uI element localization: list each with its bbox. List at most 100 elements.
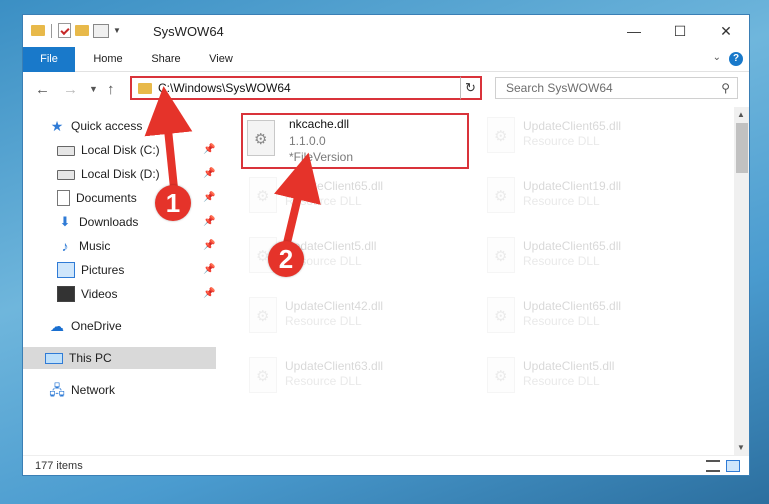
sidebar-item-label: OneDrive (71, 319, 122, 333)
back-arrow-icon[interactable]: ← (35, 81, 50, 98)
help-button[interactable]: ? (729, 52, 743, 66)
file-description: *FileVersion (289, 150, 354, 164)
file-name: UpdateClient65.dll (285, 179, 384, 193)
search-box[interactable]: ⚲ (495, 77, 738, 99)
tab-view[interactable]: View (199, 47, 243, 71)
scrollbar-thumb[interactable] (736, 123, 748, 173)
sidebar-item-label: Local Disk (D:) (81, 167, 160, 181)
file-name: UpdateClient65.dll (523, 119, 622, 133)
step-2-badge: 2 (268, 241, 304, 277)
tab-share[interactable]: Share (143, 47, 189, 71)
up-arrow-icon[interactable]: ↑ (107, 81, 115, 98)
properties-icon[interactable] (58, 23, 71, 38)
dll-file-icon (487, 357, 515, 393)
search-input[interactable] (504, 80, 722, 96)
explorer-window: ▼ SysWOW64 — ☐ ✕ File Home Share View ⌄ … (22, 14, 750, 476)
file-item[interactable]: UpdateClient65.dll Resource DLL (481, 109, 691, 165)
address-path[interactable]: C:\Windows\SysWOW64 (158, 81, 466, 95)
sidebar-item-label: Music (79, 239, 111, 253)
file-item[interactable]: UpdateClient5.dll Resource DLL (481, 349, 691, 405)
file-description: Resource DLL (285, 194, 362, 208)
videos-icon (57, 286, 75, 302)
sidebar-item-downloads[interactable]: ⬇ Downloads 📌 (57, 211, 247, 233)
folder-icon[interactable] (31, 25, 45, 36)
file-name: UpdateClient63.dll (285, 359, 384, 373)
dll-file-icon (487, 297, 515, 333)
star-icon: ★ (50, 118, 64, 134)
scroll-down-chevron-icon[interactable]: ▼ (737, 443, 745, 452)
sidebar-item-pictures[interactable]: Pictures 📌 (57, 259, 247, 281)
file-item[interactable]: UpdateClient19.dll Resource DLL (481, 169, 691, 225)
sidebar-item-videos[interactable]: Videos 📌 (57, 283, 247, 305)
view-options-icon[interactable] (93, 23, 109, 38)
pictures-icon (57, 262, 75, 278)
pin-icon[interactable]: 📌 (203, 235, 215, 257)
file-item[interactable]: UpdateClient65.dll Resource DLL (481, 229, 691, 285)
file-list: nkcache.dll 1.1.0.0 *FileVersion UpdateC… (229, 107, 734, 455)
dll-file-icon (249, 177, 277, 213)
minimize-button[interactable]: — (611, 15, 657, 47)
disk-icon (57, 146, 75, 156)
refresh-icon[interactable]: ↻ (460, 76, 482, 100)
sidebar-item-network[interactable]: 🖧 Network (49, 379, 115, 401)
file-description: Resource DLL (523, 134, 600, 148)
sidebar-item-label: Downloads (79, 215, 139, 229)
recent-locations-chevron-icon[interactable]: ▼ (89, 84, 98, 94)
dll-file-icon (247, 120, 275, 156)
file-name: nkcache.dll (289, 117, 350, 131)
large-icons-view-icon[interactable] (726, 460, 740, 472)
pin-icon[interactable]: 📌 (203, 283, 215, 305)
details-view-icon[interactable] (706, 460, 720, 472)
file-name: UpdateClient19.dll (523, 179, 622, 193)
navigation-pane: ★ Quick access Local Disk (C:) 📌 Local D… (23, 107, 216, 455)
sidebar-item-music[interactable]: ♪ Music 📌 (57, 235, 247, 257)
tab-home[interactable]: Home (85, 47, 131, 71)
dll-file-icon (249, 297, 277, 333)
file-description: Resource DLL (285, 374, 362, 388)
ribbon-tabs: File Home Share View ⌄ ? (23, 47, 749, 103)
sidebar-item-onedrive[interactable]: ☁ OneDrive (49, 315, 122, 337)
address-bar[interactable]: C:\Windows\SysWOW64 ⌄ (130, 76, 482, 100)
close-button[interactable]: ✕ (703, 15, 749, 47)
expand-ribbon-chevron-icon[interactable]: ⌄ (713, 52, 721, 63)
status-bar: 177 items (23, 455, 749, 475)
music-icon: ♪ (61, 238, 69, 254)
sidebar-item-quick-access[interactable]: ★ Quick access (49, 115, 143, 137)
forward-arrow-icon[interactable]: → (63, 81, 78, 98)
sidebar-item-documents[interactable]: Documents 📌 (57, 187, 247, 209)
file-item[interactable]: UpdateClient65.dll Resource DLL (481, 289, 691, 345)
pin-icon[interactable]: 📌 (203, 139, 215, 161)
file-name: UpdateClient65.dll (523, 299, 622, 313)
file-name: UpdateClient42.dll (285, 299, 384, 313)
dll-file-icon (487, 177, 515, 213)
sidebar-item-local-disk-c[interactable]: Local Disk (C:) 📌 (57, 139, 247, 161)
pin-icon[interactable]: 📌 (203, 163, 215, 185)
dll-file-icon (249, 357, 277, 393)
file-description: Resource DLL (523, 314, 600, 328)
sidebar-item-label: Network (71, 383, 116, 397)
scroll-up-chevron-icon[interactable]: ▲ (737, 110, 745, 119)
pin-icon[interactable]: 📌 (203, 187, 215, 209)
pin-icon[interactable]: 📌 (203, 211, 215, 233)
file-version: 1.1.0.0 (289, 134, 326, 148)
sidebar-item-this-pc[interactable]: This PC (23, 347, 216, 369)
file-item[interactable]: UpdateClient65.dll Resource DLL (243, 169, 453, 225)
file-item[interactable]: UpdateClient42.dll Resource DLL (243, 289, 453, 345)
maximize-button[interactable]: ☐ (657, 15, 703, 47)
file-item-nkcache[interactable]: nkcache.dll 1.1.0.0 *FileVersion (241, 113, 469, 169)
vertical-scrollbar[interactable]: ▲ ▼ (734, 107, 749, 455)
file-item[interactable]: UpdateClient63.dll Resource DLL (243, 349, 453, 405)
sidebar-item-label: This PC (69, 351, 112, 365)
pin-icon[interactable]: 📌 (203, 259, 215, 281)
file-description: Resource DLL (523, 254, 600, 268)
sidebar-item-label: Documents (76, 191, 137, 205)
network-icon: 🖧 (49, 382, 65, 398)
new-folder-icon[interactable] (75, 25, 89, 36)
sidebar-item-local-disk-d[interactable]: Local Disk (D:) 📌 (57, 163, 247, 185)
search-icon[interactable]: ⚲ (721, 81, 730, 95)
customize-toolbar-chevron-icon[interactable]: ▼ (113, 26, 121, 35)
title-bar: ▼ SysWOW64 — ☐ ✕ (23, 15, 749, 47)
file-name: UpdateClient5.dll (523, 359, 615, 373)
onedrive-icon: ☁ (50, 318, 64, 334)
this-pc-icon (45, 352, 63, 364)
